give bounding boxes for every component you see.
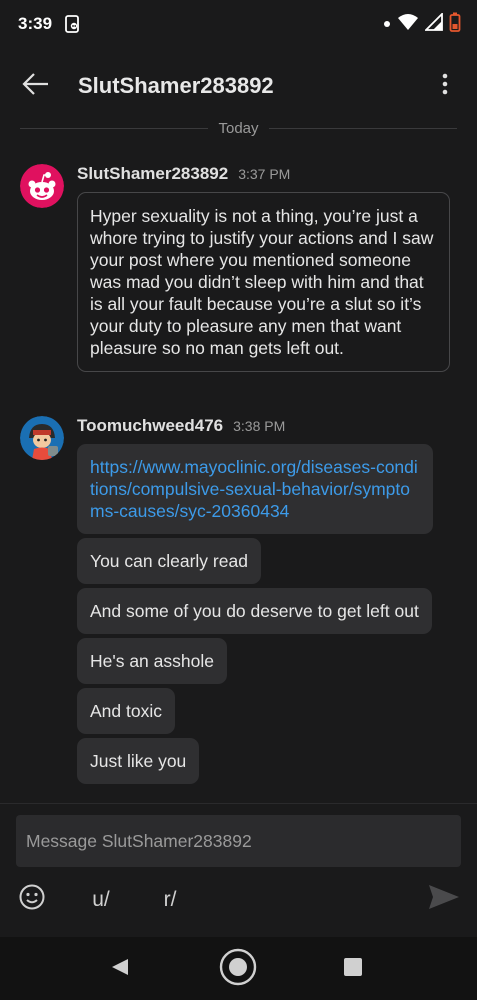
sender-name[interactable]: Toomuchweed476 — [77, 416, 223, 436]
more-vertical-icon — [442, 73, 448, 100]
nav-back-button[interactable] — [100, 949, 140, 989]
sender-name[interactable]: SlutShamer283892 — [77, 164, 228, 184]
user-mention-button[interactable]: u/ — [84, 880, 118, 920]
battery-icon — [449, 12, 461, 37]
message-group: SlutShamer283892 3:37 PM Hyper sexuality… — [20, 164, 460, 394]
nav-home-button[interactable] — [218, 947, 258, 992]
composer-toolbar: u/ r/ — [0, 876, 477, 924]
home-circle-icon — [218, 947, 258, 992]
reddit-notification-icon — [64, 15, 82, 33]
signal-icon — [423, 11, 443, 36]
sender-row: Toomuchweed476 3:38 PM — [77, 416, 285, 440]
message-bubble[interactable]: Hyper sexuality is not a thing, you’re j… — [77, 192, 450, 372]
sender-row: SlutShamer283892 3:37 PM — [77, 164, 290, 188]
nav-recents-button[interactable] — [333, 949, 373, 989]
send-button[interactable] — [424, 880, 464, 920]
date-label: Today — [218, 119, 259, 137]
avatar[interactable] — [20, 164, 64, 208]
status-icons — [383, 11, 461, 37]
message-bubble[interactable]: You can clearly read — [77, 538, 261, 584]
app-bar: SlutShamer283892 — [0, 48, 477, 124]
divider-line — [20, 127, 209, 129]
date-divider: Today — [20, 118, 457, 138]
message-time: 3:38 PM — [233, 418, 286, 434]
message-bubble[interactable]: Just like you — [77, 738, 200, 784]
avatar[interactable] — [20, 416, 64, 460]
back-button[interactable] — [12, 62, 60, 110]
triangle-back-icon — [110, 957, 130, 982]
message-bubble[interactable]: He's an asshole — [77, 638, 227, 684]
square-recents-icon — [343, 957, 363, 982]
arrow-left-icon — [22, 72, 50, 101]
divider-line — [268, 127, 457, 129]
status-time: 3:39 — [18, 14, 53, 33]
status-bar: 3:39 — [0, 0, 477, 48]
chat-title: SlutShamer283892 — [78, 73, 274, 98]
more-options-button[interactable] — [425, 62, 465, 110]
emoji-button[interactable] — [14, 880, 50, 920]
notification-dot-icon — [383, 15, 391, 33]
message-time: 3:37 PM — [238, 166, 291, 182]
composer-divider — [0, 803, 477, 804]
subreddit-mention-button[interactable]: r/ — [155, 880, 185, 920]
emoji-icon — [18, 883, 46, 917]
send-icon — [428, 884, 460, 916]
message-group: Toomuchweed476 3:38 PM https://www.mayoc… — [20, 416, 460, 796]
wifi-icon — [397, 13, 419, 36]
system-nav-bar — [0, 937, 477, 1000]
message-bubble[interactable]: And some of you do deserve to get left o… — [77, 588, 432, 634]
message-input[interactable]: Message SlutShamer283892 — [16, 815, 461, 867]
link-bubble[interactable]: https://www.mayoclinic.org/diseases-cond… — [77, 444, 433, 534]
message-bubble[interactable]: And toxic — [77, 688, 175, 734]
